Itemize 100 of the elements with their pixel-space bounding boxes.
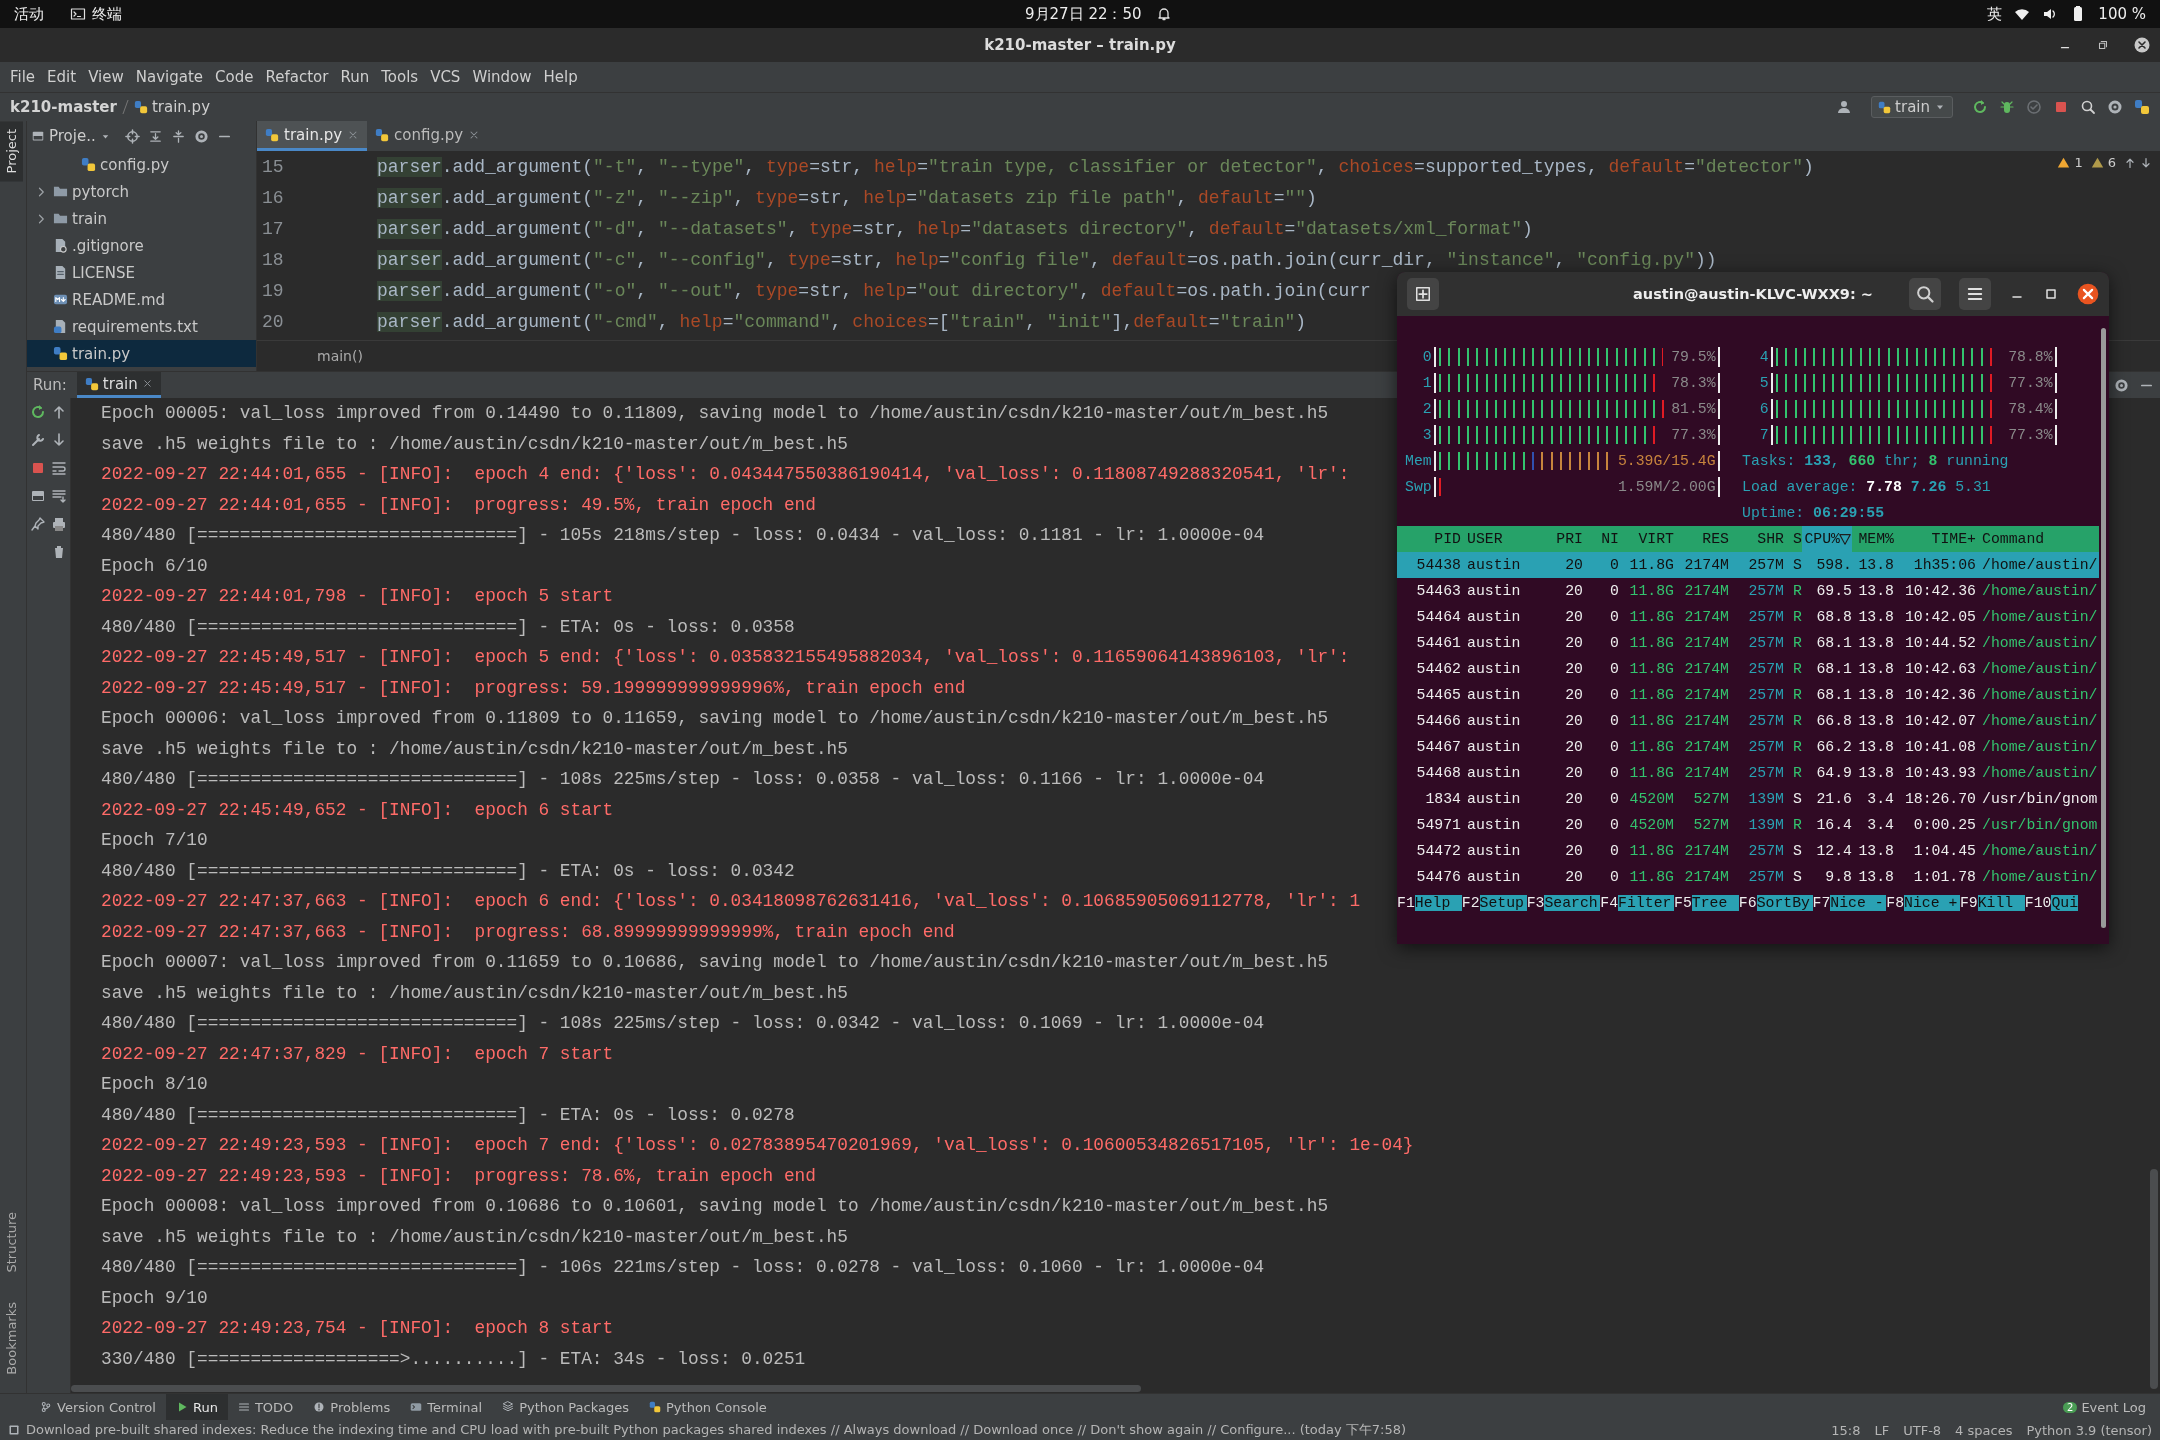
column-header[interactable]: TIME+	[1894, 526, 1976, 552]
breadcrumb-file[interactable]: train.py	[151, 98, 211, 116]
column-header[interactable]: S	[1784, 526, 1802, 552]
tool-window-tab[interactable]: Python Packages	[492, 1394, 640, 1420]
print-icon[interactable]	[51, 516, 68, 532]
tool-window-tab[interactable]: Problems	[303, 1394, 401, 1420]
tool-window-tab[interactable]: Python Console	[639, 1394, 777, 1420]
run-configuration-tab[interactable]: train	[76, 372, 161, 398]
up-arrow-icon[interactable]	[2124, 156, 2136, 169]
process-row[interactable]: 54468 austin 20 0 11.8G 2174M 257M R 64.9 13.8 10:43.93 /home/austin/	[1397, 760, 2099, 786]
run-configuration-dropdown[interactable]: train	[1871, 96, 1953, 118]
tool-window-tab[interactable]: TODO	[227, 1394, 304, 1420]
stop-icon[interactable]	[2053, 99, 2069, 115]
menu-item[interactable]: Help	[537, 66, 584, 88]
caret-position[interactable]: 15:8	[1831, 1422, 1861, 1438]
column-header[interactable]: RES	[1674, 526, 1729, 552]
rerun-icon[interactable]	[29, 404, 46, 420]
indent-setting[interactable]: 4 spaces	[1955, 1422, 2013, 1438]
menu-icon[interactable]	[1959, 278, 1991, 310]
tool-window-tab[interactable]: Terminal	[400, 1394, 493, 1420]
python-logo-icon[interactable]	[2134, 99, 2150, 115]
column-header[interactable]: CPU%	[1802, 526, 1852, 552]
tree-item[interactable]: pytorch	[27, 178, 256, 205]
menu-item[interactable]: Tools	[375, 66, 425, 88]
tool-window-tab[interactable]: Run	[165, 1394, 228, 1420]
vertical-scrollbar[interactable]	[2150, 1169, 2158, 1389]
tree-item[interactable]: train	[27, 205, 256, 232]
tree-item[interactable]: README.md	[27, 286, 256, 313]
rerun-icon[interactable]	[1972, 99, 1988, 115]
process-row[interactable]: 54464 austin 20 0 11.8G 2174M 257M R 68.8 13.8 10:42.05 /home/austin/	[1397, 604, 2099, 630]
process-row[interactable]: 54467 austin 20 0 11.8G 2174M 257M R 66.2 13.8 10:41.08 /home/austin/	[1397, 734, 2099, 760]
menu-item[interactable]: Refactor	[259, 66, 335, 88]
process-row[interactable]: 54476 austin 20 0 11.8G 2174M 257M S 9.8 13.8 1:01.78 /home/austin/	[1397, 864, 2099, 890]
close-icon[interactable]	[2134, 37, 2150, 53]
menu-item[interactable]: Code	[209, 66, 260, 88]
weak-warning-count[interactable]: 6	[2107, 155, 2116, 170]
tree-item[interactable]: .gitignore	[27, 232, 256, 259]
column-header[interactable]: PRI	[1541, 526, 1583, 552]
soft-wrap-icon[interactable]	[51, 460, 68, 476]
column-header[interactable]: VIRT	[1619, 526, 1674, 552]
process-row[interactable]: 54472 austin 20 0 11.8G 2174M 257M S 12.4 13.8 1:04.45 /home/austin/	[1397, 838, 2099, 864]
locate-icon[interactable]	[124, 128, 140, 144]
panel-icon[interactable]	[8, 1424, 20, 1436]
new-tab-icon[interactable]	[1407, 278, 1439, 310]
process-row[interactable]: 54461 austin 20 0 11.8G 2174M 257M R 68.1 13.8 10:44.52 /home/austin/	[1397, 630, 2099, 656]
settings-icon[interactable]	[2114, 377, 2129, 393]
menu-item[interactable]: File	[4, 66, 42, 88]
menu-item[interactable]: VCS	[424, 66, 467, 88]
column-header[interactable]: SHR	[1729, 526, 1784, 552]
menu-item[interactable]: View	[82, 66, 130, 88]
status-message[interactable]: Download pre-built shared indexes: Reduce the indexing time and CPU load with pre-built Python packages shared indexes // Always download // Download once // Don't show again // Configure... (today 下午7:58)	[26, 1421, 1407, 1439]
process-row[interactable]: 54971 austin 20 0 4520M 527M 139M R 16.4 3.4 0:00.25 /usr/bin/gnom	[1397, 812, 2099, 838]
column-header[interactable]: Command	[1976, 526, 2099, 552]
wifi-icon[interactable]	[2014, 6, 2031, 22]
column-header[interactable]: USER	[1461, 526, 1541, 552]
activities-button[interactable]: 活动	[14, 4, 44, 24]
column-header[interactable]: MEM%	[1852, 526, 1894, 552]
process-row[interactable]: 54462 austin 20 0 11.8G 2174M 257M R 68.1 13.8 10:42.63 /home/austin/	[1397, 656, 2099, 682]
project-view-dropdown[interactable]: Proje..	[31, 127, 111, 145]
input-method-indicator[interactable]: 英	[1987, 4, 2003, 24]
bookmarks-tool-tab[interactable]: Bookmarks	[0, 1294, 26, 1383]
terminal-scrollbar[interactable]	[2101, 328, 2106, 928]
tool-window-tab[interactable]: Version Control	[30, 1394, 166, 1420]
code-context-breadcrumb[interactable]: main()	[317, 348, 363, 364]
process-row[interactable]: 54438 austin 20 0 11.8G 2174M 257M S 598. 13.8 1h35:06 /home/austin/	[1397, 552, 2099, 578]
line-separator[interactable]: LF	[1874, 1422, 1890, 1438]
layout-icon[interactable]	[29, 488, 46, 504]
clock[interactable]: 9月27日 22：50	[1025, 4, 1142, 24]
bug-icon[interactable]	[1999, 99, 2015, 115]
editor-tab[interactable]: train.py	[257, 121, 368, 151]
process-row[interactable]: 54465 austin 20 0 11.8G 2174M 257M R 68.1 13.8 10:42.36 /home/austin/	[1397, 682, 2099, 708]
warning-count[interactable]: 1	[2074, 155, 2083, 170]
tree-item[interactable]: LICENSE	[27, 259, 256, 286]
horizontal-scrollbar[interactable]	[71, 1385, 1141, 1392]
editor-tab[interactable]: config.py	[367, 121, 489, 151]
event-log-tab[interactable]: 2 Event Log	[2063, 1399, 2146, 1415]
down-arrow-icon[interactable]	[2140, 156, 2152, 169]
structure-tool-tab[interactable]: Structure	[0, 1203, 26, 1281]
restore-icon[interactable]	[2096, 38, 2110, 52]
tree-item[interactable]: requirements.txt	[27, 313, 256, 340]
menu-item[interactable]: Window	[466, 66, 538, 88]
project-tool-tab[interactable]: Project	[0, 121, 23, 182]
tree-item[interactable]: config.py	[27, 151, 256, 178]
search-icon[interactable]	[2080, 99, 2096, 115]
maximize-icon[interactable]	[2043, 286, 2059, 302]
expand-all-icon[interactable]	[147, 128, 163, 144]
menu-item[interactable]: Edit	[41, 66, 83, 88]
collapse-all-icon[interactable]	[170, 128, 186, 144]
process-row[interactable]: 54463 austin 20 0 11.8G 2174M 257M R 69.5 13.8 10:42.36 /home/austin/	[1397, 578, 2099, 604]
search-icon[interactable]	[1909, 278, 1941, 310]
breadcrumb-project[interactable]: k210-master	[10, 98, 117, 116]
python-interpreter[interactable]: Python 3.9 (tensor)	[2026, 1422, 2152, 1438]
settings-icon[interactable]	[2107, 99, 2123, 115]
tree-item[interactable]: train.py	[27, 340, 256, 367]
process-row[interactable]: 54466 austin 20 0 11.8G 2174M 257M R 66.8 13.8 10:42.07 /home/austin/	[1397, 708, 2099, 734]
pin-icon[interactable]	[29, 516, 46, 532]
file-encoding[interactable]: UTF-8	[1903, 1422, 1942, 1438]
app-menu-button[interactable]: 终端	[70, 4, 122, 24]
menu-item[interactable]: Run	[334, 66, 376, 88]
close-icon[interactable]	[2077, 283, 2099, 305]
